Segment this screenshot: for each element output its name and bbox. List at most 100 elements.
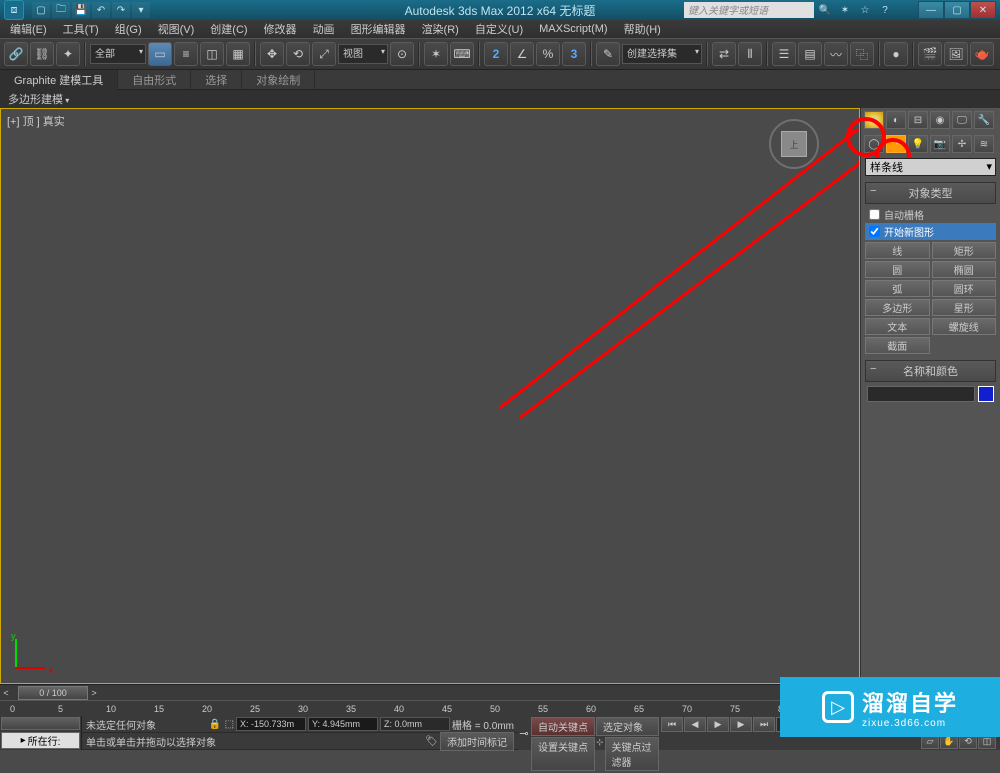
snap-angle-icon[interactable]: ∠ bbox=[510, 42, 534, 66]
object-name-input[interactable] bbox=[867, 386, 975, 402]
next-frame-btn-icon[interactable]: ▶ bbox=[730, 717, 752, 732]
named-sel-edit-icon[interactable]: ✎ bbox=[596, 42, 620, 66]
menu-group[interactable]: 组(G) bbox=[111, 21, 146, 37]
prev-frame-icon[interactable]: < bbox=[0, 688, 12, 698]
help-icon[interactable]: ? bbox=[876, 2, 894, 18]
snap-2d-icon[interactable]: 2 bbox=[484, 42, 508, 66]
app-logo-icon[interactable]: ⧈ bbox=[4, 0, 24, 20]
goto-end-icon[interactable]: ⏭ bbox=[753, 717, 775, 732]
keyboard-icon[interactable]: ⌨ bbox=[450, 42, 474, 66]
set-key-button[interactable]: 设置关键点 bbox=[531, 737, 595, 771]
shape-circle-button[interactable]: 圆 bbox=[865, 261, 930, 278]
tab-paint[interactable]: 对象绘制 bbox=[242, 70, 315, 90]
cat-helpers-icon[interactable]: ✢ bbox=[952, 135, 972, 153]
viewport-label[interactable]: [+] 顶 ] 真实 bbox=[7, 113, 65, 129]
menu-help[interactable]: 帮助(H) bbox=[620, 21, 665, 37]
curve-editor-icon[interactable]: 〰 bbox=[824, 42, 848, 66]
scale-icon[interactable]: ⤢ bbox=[312, 42, 336, 66]
viewcube-face[interactable]: 上 bbox=[781, 131, 807, 157]
shape-rectangle-button[interactable]: 矩形 bbox=[932, 242, 997, 259]
qat-more-icon[interactable]: ▾ bbox=[132, 2, 150, 18]
named-selset-combo[interactable]: 创建选择集 bbox=[622, 44, 702, 64]
tab-display-icon[interactable]: 🖵 bbox=[952, 111, 972, 129]
select-object-icon[interactable]: ▭ bbox=[148, 42, 172, 66]
spinner-snap-icon[interactable]: 3 bbox=[562, 42, 586, 66]
tab-hierarchy-icon[interactable]: ⊟ bbox=[908, 111, 928, 129]
cat-geometry-icon[interactable]: ◯ bbox=[864, 135, 884, 153]
shape-ellipse-button[interactable]: 椭圆 bbox=[932, 261, 997, 278]
menu-tools[interactable]: 工具(T) bbox=[59, 21, 103, 37]
tab-selection[interactable]: 选择 bbox=[191, 70, 242, 90]
material-editor-icon[interactable]: ● bbox=[884, 42, 908, 66]
unlink-icon[interactable]: ⛓ bbox=[30, 42, 54, 66]
tab-create-icon[interactable]: ✸ bbox=[864, 111, 884, 129]
tab-motion-icon[interactable]: ◉ bbox=[930, 111, 950, 129]
schematic-icon[interactable]: ⿻ bbox=[850, 42, 874, 66]
shape-arc-button[interactable]: 弧 bbox=[865, 280, 930, 297]
snap-percent-icon[interactable]: % bbox=[536, 42, 560, 66]
tab-utilities-icon[interactable]: 🔧 bbox=[974, 111, 994, 129]
poly-modeling-drop[interactable]: 多边形建模 bbox=[8, 91, 69, 107]
shape-text-button[interactable]: 文本 bbox=[865, 318, 930, 335]
minimize-button[interactable]: — bbox=[918, 1, 944, 19]
maximize-button[interactable]: ▢ bbox=[944, 1, 970, 19]
link-icon[interactable]: 🔗 bbox=[4, 42, 28, 66]
ribbon-toggle-icon[interactable]: ▤ bbox=[798, 42, 822, 66]
shape-type-dropdown[interactable]: 样条线 bbox=[865, 158, 996, 176]
add-time-tag-button[interactable]: 添加时间标记 bbox=[440, 732, 514, 751]
save-icon[interactable]: 💾 bbox=[72, 2, 90, 18]
goto-start-icon[interactable]: ⏮ bbox=[661, 717, 683, 732]
select-region-icon[interactable]: ◫ bbox=[200, 42, 224, 66]
time-slider[interactable]: 0 / 100 bbox=[18, 686, 88, 700]
start-new-shape-checkbox[interactable]: 开始新图形 bbox=[865, 223, 996, 240]
rotate-icon[interactable]: ⟲ bbox=[286, 42, 310, 66]
selected-obj-button[interactable]: 选定对象 bbox=[596, 717, 659, 736]
pivot-icon[interactable]: ⊙ bbox=[390, 42, 414, 66]
mini-listener[interactable] bbox=[1, 717, 80, 730]
shape-helix-button[interactable]: 螺旋线 bbox=[932, 318, 997, 335]
menu-maxscript[interactable]: MAXScript(M) bbox=[535, 23, 611, 35]
menu-customize[interactable]: 自定义(U) bbox=[471, 21, 527, 37]
maxscript-prompt[interactable]: 所在行: bbox=[1, 732, 80, 749]
menu-view[interactable]: 视图(V) bbox=[154, 21, 199, 37]
shape-ngon-button[interactable]: 多边形 bbox=[865, 299, 930, 316]
new-icon[interactable]: ▢ bbox=[32, 2, 50, 18]
menu-animation[interactable]: 动画 bbox=[309, 21, 339, 37]
mirror-icon[interactable]: ⇄ bbox=[712, 42, 736, 66]
menu-modifiers[interactable]: 修改器 bbox=[260, 21, 301, 37]
lock-selection-icon[interactable]: 🔒 bbox=[209, 719, 223, 730]
auto-key-button[interactable]: 自动关键点 bbox=[531, 717, 595, 736]
ref-coord-combo[interactable]: 视图 bbox=[338, 44, 388, 64]
tab-graphite[interactable]: Graphite 建模工具 bbox=[0, 70, 118, 90]
abs-rel-icon[interactable]: ⬚ bbox=[225, 719, 234, 730]
tab-modify-icon[interactable]: ◐ bbox=[886, 111, 906, 129]
object-color-swatch[interactable] bbox=[978, 386, 994, 402]
cat-lights-icon[interactable]: 💡 bbox=[908, 135, 928, 153]
undo-icon[interactable]: ↶ bbox=[92, 2, 110, 18]
shape-line-button[interactable]: 线 bbox=[865, 242, 930, 259]
selection-filter-combo[interactable]: 全部 bbox=[90, 44, 146, 64]
cat-shapes-icon[interactable]: ◔ bbox=[886, 135, 906, 153]
menu-edit[interactable]: 编辑(E) bbox=[6, 21, 51, 37]
move-icon[interactable]: ✥ bbox=[260, 42, 284, 66]
prev-frame-btn-icon[interactable]: ◀ bbox=[684, 717, 706, 732]
shape-section-button[interactable]: 截面 bbox=[865, 337, 930, 354]
render-frame-icon[interactable]: 🖼 bbox=[944, 42, 968, 66]
viewport-top[interactable]: [+] 顶 ] 真实 上 y x bbox=[0, 108, 860, 684]
help-search-input[interactable]: 键入关键字或短语 bbox=[684, 2, 814, 18]
play-icon[interactable]: ▶ bbox=[707, 717, 729, 732]
tab-freeform[interactable]: 自由形式 bbox=[118, 70, 191, 90]
manipulate-icon[interactable]: ✶ bbox=[424, 42, 448, 66]
align-icon[interactable]: ⫴ bbox=[738, 42, 762, 66]
shape-donut-button[interactable]: 圆环 bbox=[932, 280, 997, 297]
comm-center-icon[interactable]: ✶ bbox=[836, 2, 854, 18]
close-button[interactable]: ✕ bbox=[970, 1, 996, 19]
key-mode-toggle-icon[interactable]: ⊸ bbox=[518, 716, 530, 750]
cat-spacewarps-icon[interactable]: ≋ bbox=[974, 135, 994, 153]
select-name-icon[interactable]: ≡ bbox=[174, 42, 198, 66]
view-cube[interactable]: 上 bbox=[769, 119, 819, 169]
search-icon[interactable]: 🔍 bbox=[816, 2, 834, 18]
shape-star-button[interactable]: 星形 bbox=[932, 299, 997, 316]
render-prod-icon[interactable]: 🫖 bbox=[970, 42, 994, 66]
favorites-icon[interactable]: ☆ bbox=[856, 2, 874, 18]
